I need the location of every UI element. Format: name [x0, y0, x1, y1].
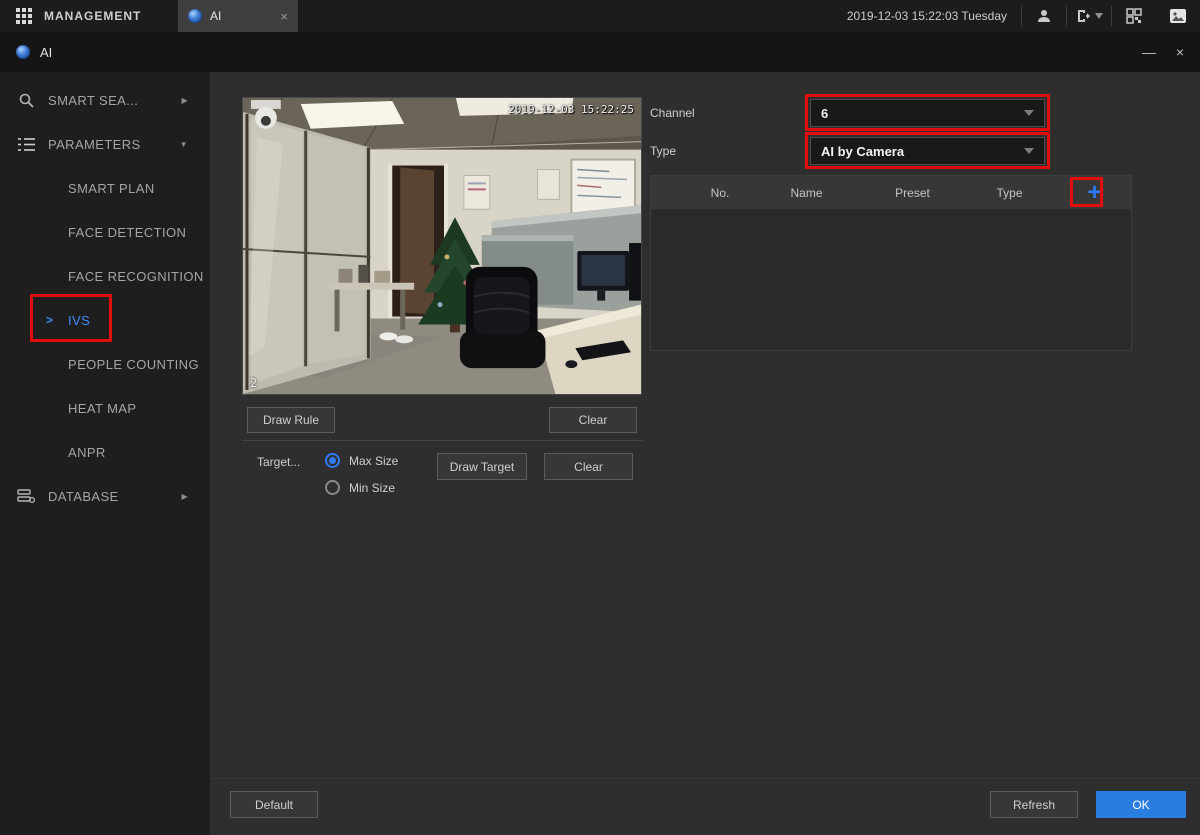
expand-right-icon: ▶ [181, 95, 188, 105]
datetime-label: 2019-12-03 15:22:03 Tuesday [846, 9, 1007, 23]
column-header-no: No. [710, 185, 730, 200]
channel-value: 6 [821, 105, 829, 121]
sidebar-item-label: PEOPLE COUNTING [68, 356, 199, 372]
divider [210, 778, 1200, 779]
add-rule-button[interactable]: + [1087, 180, 1101, 204]
table-header-row: No. Name Preset Type + [651, 176, 1131, 209]
clear-target-button[interactable]: Clear [544, 453, 633, 480]
default-button[interactable]: Default [230, 791, 318, 818]
type-value: AI by Camera [821, 143, 905, 159]
refresh-button[interactable]: Refresh [990, 791, 1078, 818]
user-icon[interactable] [1022, 0, 1066, 32]
sidebar-item-ivs[interactable]: > IVS [0, 298, 210, 342]
management-menu[interactable]: MANAGEMENT [0, 0, 178, 32]
sidebar-item-label: ANPR [68, 444, 106, 460]
sidebar: SMART SEA... ▶ PARAMETERS ▼ SMART PLAN F… [0, 72, 210, 835]
sidebar-item-face-detection[interactable]: FACE DETECTION [0, 210, 210, 254]
max-size-label: Max Size [349, 453, 399, 468]
window-title: AI [40, 44, 53, 60]
video-channel-badge: 2 [250, 376, 258, 390]
apps-grid-icon [16, 8, 32, 24]
sidebar-item-label: SMART SEA... [48, 92, 139, 108]
column-header-preset: Preset [895, 185, 930, 200]
parameters-list-icon [16, 134, 36, 154]
type-select[interactable]: AI by Camera [810, 137, 1045, 165]
video-timestamp: 2019-12-03 15:22:25 [508, 103, 634, 116]
tab-ai[interactable]: AI × [178, 0, 298, 32]
sidebar-item-smart-plan[interactable]: SMART PLAN [0, 166, 210, 210]
sidebar-item-label: FACE RECOGNITION [68, 268, 204, 284]
min-size-label: Min Size [349, 480, 396, 495]
radio-unselected-icon [325, 480, 340, 495]
qr-code-icon[interactable] [1112, 0, 1156, 32]
close-button[interactable]: × [1176, 45, 1184, 59]
sidebar-item-database[interactable]: DATABASE ▶ [0, 474, 210, 518]
draw-rule-button[interactable]: Draw Rule [247, 407, 335, 433]
draw-target-button[interactable]: Draw Target [437, 453, 527, 480]
logout-icon[interactable] [1067, 0, 1111, 32]
clear-rule-button[interactable]: Clear [549, 407, 637, 433]
sidebar-item-label: PARAMETERS [48, 136, 141, 152]
sidebar-item-anpr[interactable]: ANPR [0, 430, 210, 474]
sidebar-item-smart-search[interactable]: SMART SEA... ▶ [0, 78, 210, 122]
database-icon [16, 486, 36, 506]
tab-close-icon[interactable]: × [280, 9, 288, 24]
channel-select[interactable]: 6 [810, 99, 1045, 127]
selected-chevron-icon: > [46, 313, 54, 327]
column-header-type: Type [996, 185, 1023, 200]
sidebar-item-heat-map[interactable]: HEAT MAP [0, 386, 210, 430]
radio-selected-icon [325, 453, 340, 468]
office-scene-image [243, 98, 641, 394]
main-content: 2019-12-03 15:22:25 2 Channel 6 Type AI … [210, 72, 1200, 835]
sidebar-item-label: DATABASE [48, 488, 119, 504]
sidebar-item-parameters[interactable]: PARAMETERS ▼ [0, 122, 210, 166]
sidebar-item-label: SMART PLAN [68, 180, 155, 196]
ok-button[interactable]: OK [1096, 791, 1186, 818]
expand-right-icon: ▶ [181, 491, 188, 501]
rules-table: No. Name Preset Type + [650, 175, 1132, 351]
system-topbar: MANAGEMENT AI × 2019-12-03 15:22:03 Tues… [0, 0, 1200, 32]
smart-search-icon [16, 90, 36, 110]
table-body-empty [651, 209, 1131, 350]
chevron-down-icon [1024, 148, 1034, 154]
tab-ai-label: AI [210, 9, 222, 23]
min-size-radio[interactable]: Min Size [325, 480, 395, 495]
video-preview-canvas[interactable]: 2019-12-03 15:22:25 2 [242, 97, 642, 395]
ai-globe-icon [16, 45, 30, 59]
management-label: MANAGEMENT [44, 9, 142, 23]
window-titlebar: AI — × [0, 32, 1200, 72]
chevron-down-icon [1024, 110, 1034, 116]
target-label: Target... [257, 455, 301, 469]
type-label: Type [650, 144, 677, 158]
sidebar-item-people-counting[interactable]: PEOPLE COUNTING [0, 342, 210, 386]
expand-down-icon: ▼ [179, 139, 188, 149]
sidebar-item-label: FACE DETECTION [68, 224, 187, 240]
chevron-down-icon [1094, 13, 1103, 19]
max-size-radio[interactable]: Max Size [325, 453, 398, 468]
ai-globe-icon [188, 9, 202, 23]
screenshot-icon[interactable] [1156, 0, 1200, 32]
sidebar-item-face-recognition[interactable]: FACE RECOGNITION [0, 254, 210, 298]
column-header-name: Name [790, 185, 823, 200]
minimize-button[interactable]: — [1142, 45, 1156, 59]
divider [242, 440, 643, 441]
channel-label: Channel [650, 106, 695, 120]
sidebar-item-label: IVS [68, 312, 91, 328]
sidebar-item-label: HEAT MAP [68, 400, 137, 416]
